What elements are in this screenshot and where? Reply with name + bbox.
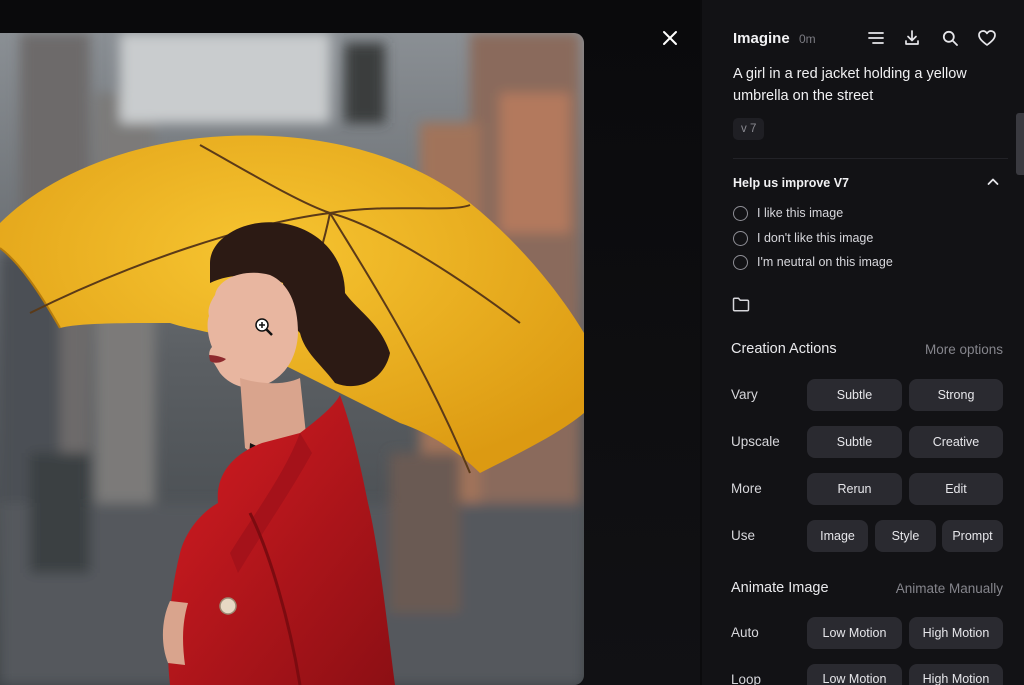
radio-button[interactable] xyxy=(733,254,748,270)
folder-button[interactable] xyxy=(732,297,750,312)
details-panel: Imagine 0m A girl in a red jacket holdin… xyxy=(702,0,1024,685)
search-button[interactable] xyxy=(939,27,961,49)
auto-low-motion-button[interactable]: Low Motion xyxy=(807,617,902,649)
timestamp: 0m xyxy=(799,32,816,46)
vary-label: Vary xyxy=(731,387,758,402)
loop-label: Loop xyxy=(731,672,762,685)
image-viewer xyxy=(0,0,700,685)
list-button[interactable] xyxy=(865,27,887,49)
feedback-option-label: I like this image xyxy=(757,206,844,220)
download-button[interactable] xyxy=(901,27,923,49)
edit-button[interactable]: Edit xyxy=(909,473,1003,505)
loop-low-motion-button[interactable]: Low Motion xyxy=(807,664,902,685)
download-icon xyxy=(905,30,919,45)
search-icon xyxy=(942,30,958,46)
heart-icon xyxy=(978,30,996,46)
animate-manually-link[interactable]: Animate Manually xyxy=(896,581,1003,596)
panel-title: Imagine xyxy=(733,30,790,47)
rerun-button[interactable]: Rerun xyxy=(807,473,902,505)
folder-icon xyxy=(732,297,750,312)
prompt-text[interactable]: A girl in a red jacket holding a yellow … xyxy=(733,63,973,107)
use-style-button[interactable]: Style xyxy=(875,520,936,552)
more-label: More xyxy=(731,481,762,496)
radio-button[interactable] xyxy=(733,230,748,246)
close-button[interactable] xyxy=(659,27,681,49)
use-image-button[interactable]: Image xyxy=(807,520,868,552)
image-artwork xyxy=(0,33,584,685)
feedback-option-label: I'm neutral on this image xyxy=(757,255,893,269)
divider xyxy=(733,158,1008,159)
generated-image[interactable] xyxy=(0,33,584,685)
auto-high-motion-button[interactable]: High Motion xyxy=(909,617,1003,649)
radio-button[interactable] xyxy=(733,205,748,221)
auto-label: Auto xyxy=(731,625,759,640)
feedback-option-label: I don't like this image xyxy=(757,231,874,245)
upscale-label: Upscale xyxy=(731,434,780,449)
creation-actions-title: Creation Actions xyxy=(731,341,837,357)
feedback-option-neutral[interactable]: I'm neutral on this image xyxy=(733,252,893,272)
animate-image-title: Animate Image xyxy=(731,580,829,596)
use-label: Use xyxy=(731,528,756,543)
upscale-creative-button[interactable]: Creative xyxy=(909,426,1003,458)
feedback-option-dislike[interactable]: I don't like this image xyxy=(733,228,873,248)
upscale-subtle-button[interactable]: Subtle xyxy=(807,426,902,458)
chevron-up-icon xyxy=(987,178,999,185)
close-icon xyxy=(663,31,677,45)
more-options-link[interactable]: More options xyxy=(925,342,1003,357)
vary-subtle-button[interactable]: Subtle xyxy=(807,379,902,411)
feedback-option-like[interactable]: I like this image xyxy=(733,203,843,223)
loop-high-motion-button[interactable]: High Motion xyxy=(909,664,1003,685)
collapse-feedback-button[interactable] xyxy=(985,174,1001,190)
version-badge: v 7 xyxy=(733,118,765,140)
like-button[interactable] xyxy=(976,27,998,49)
list-icon xyxy=(868,32,884,44)
vary-strong-button[interactable]: Strong xyxy=(909,379,1003,411)
use-prompt-button[interactable]: Prompt xyxy=(942,520,1003,552)
feedback-title: Help us improve V7 xyxy=(733,176,850,190)
scrollbar-thumb[interactable] xyxy=(1016,113,1024,175)
